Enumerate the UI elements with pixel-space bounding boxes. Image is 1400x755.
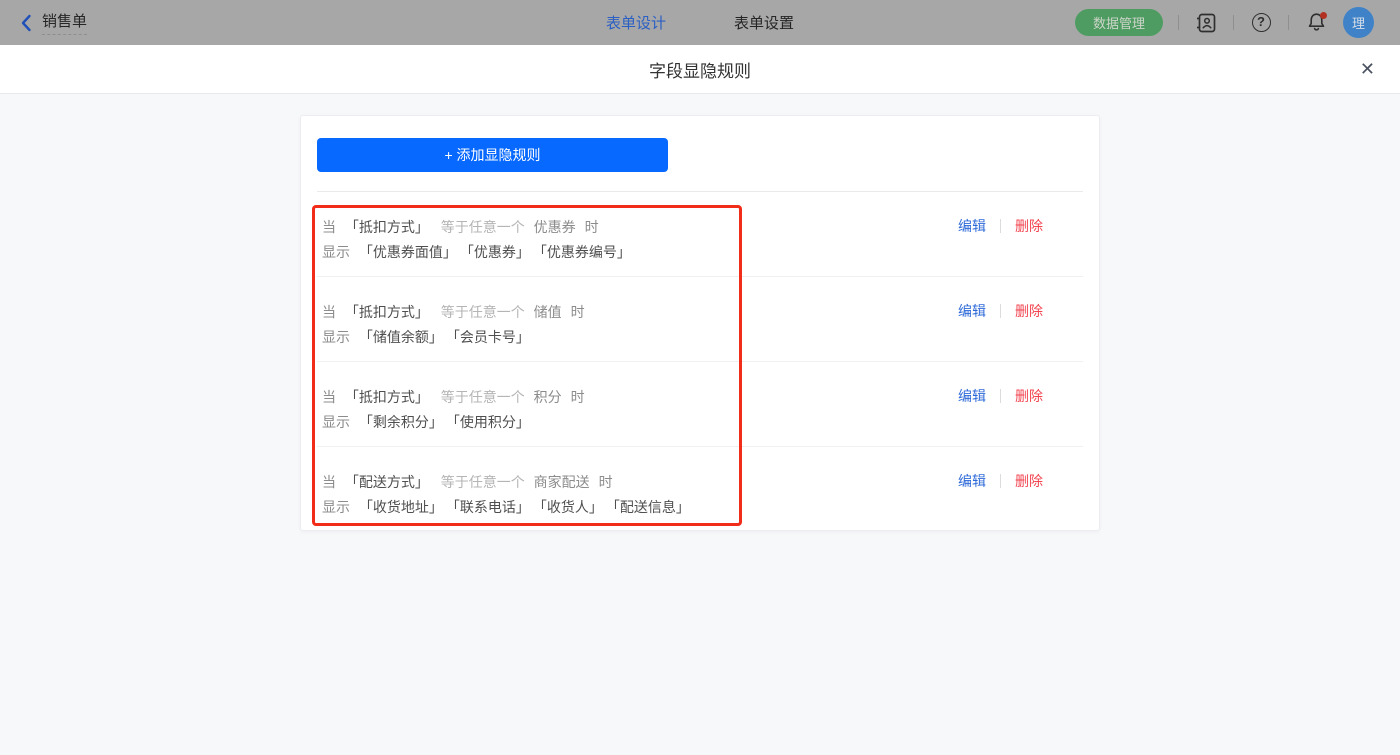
action-divider (1000, 304, 1001, 318)
notification-bell-icon[interactable] (1304, 11, 1328, 35)
rules-list: 当 「抵扣方式」 等于任意一个 优惠券 时 显示 「优惠券面值」 「优惠券」 「优惠… (317, 192, 1083, 532)
rule-show-field: 「联系电话」 (452, 499, 530, 515)
rule-show-fields: 「优惠券面值」 「优惠券」 「优惠券编号」 (359, 244, 641, 260)
action-divider (1000, 219, 1001, 233)
rule-row: 当 「抵扣方式」 等于任意一个 储值 时 显示 「储值余额」 「会员卡号」 编辑 … (317, 277, 1083, 362)
help-icon[interactable]: ? (1249, 11, 1273, 35)
rule-show-field: 「优惠券」 (466, 244, 530, 260)
rule-condition-field: 「抵扣方式」 (344, 219, 429, 235)
header-right: 数据管理 ? 理 (1074, 7, 1400, 38)
rule-show-field: 「收货人」 (539, 499, 603, 515)
rule-value: 积分 (533, 389, 562, 405)
rule-actions: 编辑 删除 (958, 216, 1043, 236)
action-divider (1000, 474, 1001, 488)
rule-show-field: 「优惠券面值」 (358, 244, 457, 260)
rule-condition-field: 「配送方式」 (344, 474, 429, 490)
rule-show-prefix: 显示 (322, 329, 350, 345)
field-visibility-modal: 字段显隐规则 ✕ + 添加显隐规则 当 「抵扣方式」 等于任意一个 优惠券 时 … (0, 45, 1400, 755)
rule-show-field: 「储值余额」 (358, 329, 443, 345)
rule-show-field: 「会员卡号」 (452, 329, 530, 345)
add-rule-button[interactable]: + 添加显隐规则 (317, 138, 668, 172)
rule-when-suffix: 时 (598, 474, 613, 490)
notification-badge (1320, 11, 1327, 19)
rule-condition-line: 当 「配送方式」 等于任意一个 商家配送 时 (322, 470, 958, 495)
avatar[interactable]: 理 (1343, 7, 1374, 38)
rule-show-field: 「使用积分」 (452, 414, 530, 430)
rule-actions: 编辑 删除 (958, 301, 1043, 321)
rule-row: 当 「抵扣方式」 等于任意一个 积分 时 显示 「剩余积分」 「使用积分」 编辑 … (317, 362, 1083, 447)
rule-when: 当 (322, 474, 336, 490)
rule-when: 当 (322, 304, 336, 320)
rule-condition-line: 当 「抵扣方式」 等于任意一个 储值 时 (322, 300, 958, 325)
tab-form-design[interactable]: 表单设计 (606, 12, 666, 33)
rule-when: 当 (322, 219, 336, 235)
rule-show-line: 显示 「优惠券面值」 「优惠券」 「优惠券编号」 (322, 240, 958, 265)
rule-show-prefix: 显示 (322, 244, 350, 260)
action-divider (1000, 389, 1001, 403)
rule-show-line: 显示 「储值余额」 「会员卡号」 (322, 325, 958, 350)
rule-show-field: 「配送信息」 (612, 499, 690, 515)
rule-show-prefix: 显示 (322, 414, 350, 430)
rule-row: 当 「配送方式」 等于任意一个 商家配送 时 显示 「收货地址」 「联系电话」 「收… (317, 447, 1083, 532)
data-manage-button[interactable]: 数据管理 (1074, 9, 1163, 36)
rule-condition-field: 「抵扣方式」 (344, 389, 429, 405)
rule-show-fields: 「收货地址」 「联系电话」 「收货人」 「配送信息」 (359, 499, 700, 515)
back-chevron-icon[interactable] (20, 14, 32, 32)
rule-value: 储值 (533, 304, 562, 320)
edit-button[interactable]: 编辑 (958, 301, 986, 321)
header-divider (1178, 15, 1179, 30)
rule-description: 当 「配送方式」 等于任意一个 商家配送 时 显示 「收货地址」 「联系电话」 「收… (322, 470, 958, 520)
rule-row: 当 「抵扣方式」 等于任意一个 优惠券 时 显示 「优惠券面值」 「优惠券」 「优惠… (317, 192, 1083, 277)
rules-card: + 添加显隐规则 当 「抵扣方式」 等于任意一个 优惠券 时 显示 「优惠券面值… (300, 115, 1100, 531)
delete-button[interactable]: 删除 (1015, 301, 1043, 321)
rule-when: 当 (322, 389, 336, 405)
rule-when-suffix: 时 (584, 219, 599, 235)
rule-condition-field: 「抵扣方式」 (344, 304, 429, 320)
rule-condition-line: 当 「抵扣方式」 等于任意一个 优惠券 时 (322, 215, 958, 240)
edit-button[interactable]: 编辑 (958, 386, 986, 406)
modal-title: 字段显隐规则 (649, 61, 751, 81)
rule-show-field: 「剩余积分」 (358, 414, 443, 430)
form-title[interactable]: 销售单 (42, 10, 88, 35)
modal-header: 字段显隐规则 ✕ (0, 45, 1400, 94)
rule-show-field: 「优惠券编号」 (539, 244, 631, 260)
delete-button[interactable]: 删除 (1015, 216, 1043, 236)
rule-show-field: 「收货地址」 (358, 499, 443, 515)
rule-operator: 等于任意一个 (440, 389, 525, 405)
rule-value: 优惠券 (533, 219, 576, 235)
header-divider (1233, 15, 1234, 30)
rule-description: 当 「抵扣方式」 等于任意一个 优惠券 时 显示 「优惠券面值」 「优惠券」 「优惠… (322, 215, 958, 265)
header-divider (1288, 15, 1289, 30)
rule-show-line: 显示 「收货地址」 「联系电话」 「收货人」 「配送信息」 (322, 495, 958, 520)
rule-value: 商家配送 (533, 474, 590, 490)
rule-when-suffix: 时 (570, 389, 585, 405)
rule-show-prefix: 显示 (322, 499, 350, 515)
rule-description: 当 「抵扣方式」 等于任意一个 积分 时 显示 「剩余积分」 「使用积分」 (322, 385, 958, 435)
rule-operator: 等于任意一个 (440, 304, 525, 320)
rule-operator: 等于任意一个 (440, 219, 525, 235)
rule-actions: 编辑 删除 (958, 471, 1043, 491)
rule-show-fields: 「剩余积分」 「使用积分」 (359, 414, 540, 430)
header-left: 销售单 (0, 10, 88, 35)
rule-show-fields: 「储值余额」 「会员卡号」 (359, 329, 540, 345)
rule-show-line: 显示 「剩余积分」 「使用积分」 (322, 410, 958, 435)
help-glyph: ? (1251, 13, 1271, 32)
header-tabs: 表单设计 表单设置 (606, 0, 794, 45)
edit-button[interactable]: 编辑 (958, 216, 986, 236)
tab-form-settings[interactable]: 表单设置 (734, 12, 794, 33)
edit-button[interactable]: 编辑 (958, 471, 986, 491)
close-icon[interactable]: ✕ (1360, 60, 1375, 78)
rule-operator: 等于任意一个 (440, 474, 525, 490)
app-header: 销售单 表单设计 表单设置 数据管理 ? 理 (0, 0, 1400, 45)
rule-description: 当 「抵扣方式」 等于任意一个 储值 时 显示 「储值余额」 「会员卡号」 (322, 300, 958, 350)
delete-button[interactable]: 删除 (1015, 471, 1043, 491)
delete-button[interactable]: 删除 (1015, 386, 1043, 406)
rule-condition-line: 当 「抵扣方式」 等于任意一个 积分 时 (322, 385, 958, 410)
rule-when-suffix: 时 (570, 304, 585, 320)
contacts-icon[interactable] (1194, 11, 1218, 35)
rule-actions: 编辑 删除 (958, 386, 1043, 406)
